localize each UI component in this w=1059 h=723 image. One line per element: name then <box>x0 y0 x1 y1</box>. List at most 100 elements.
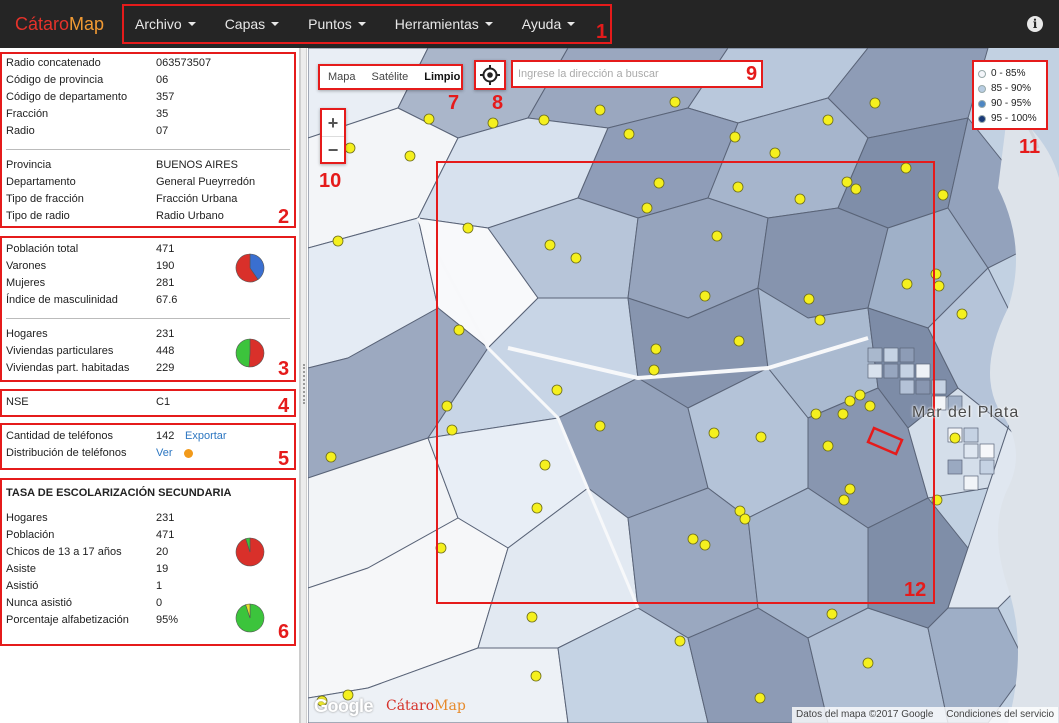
app-logo[interactable]: CátaroMap <box>15 14 104 34</box>
menu-archivo-label: Archivo <box>135 16 182 32</box>
info-icon[interactable]: i <box>1027 16 1043 32</box>
row-label: Viviendas particulares <box>6 345 114 357</box>
row-label: Distribución de teléfonos <box>6 447 127 459</box>
view-distribution-link[interactable]: Ver <box>156 445 173 462</box>
locate-button[interactable] <box>474 60 506 90</box>
callout-11: 11 <box>1019 136 1041 158</box>
row-value: 142 <box>156 430 175 442</box>
callout-7: 7 <box>448 92 460 114</box>
legend-swatch-icon <box>978 114 986 123</box>
row-value: 95% <box>156 614 179 626</box>
info-panel: Radio concatenado 063573507 Código de pro… <box>0 48 300 723</box>
map-type-limpio[interactable]: Limpio <box>416 66 468 88</box>
terms-link[interactable]: Condiciones del servicio <box>946 709 1054 720</box>
export-link[interactable]: Exportar <box>185 428 227 445</box>
brand-part-2: Map <box>69 14 105 34</box>
map-type-satelite[interactable]: Satélite <box>364 66 417 88</box>
menu-ayuda-label: Ayuda <box>521 16 562 32</box>
row-label: NSE <box>6 396 29 408</box>
zoom-control: + − <box>320 108 346 164</box>
legend-swatch-icon <box>978 69 986 78</box>
row-label: Nunca asistió <box>6 597 73 609</box>
row-label: Varones <box>6 260 47 272</box>
row-label: Viviendas part. habitadas <box>6 362 130 374</box>
legend-swatch-icon <box>978 84 986 93</box>
row-value: 471 <box>156 243 175 255</box>
map-data-credit: Datos del mapa ©2017 Google <box>796 709 934 720</box>
row-value: 190 <box>156 260 175 272</box>
map-canvas[interactable]: Mapa Satélite Limpio 7 8 9 + − 10 0 - 85… <box>308 48 1059 723</box>
legend-item: 85 - 90% <box>978 81 1042 96</box>
zoom-in-button[interactable]: + <box>322 110 344 136</box>
row-value: BUENOS AIRES <box>156 159 238 171</box>
panel-resize-handle[interactable] <box>300 48 307 723</box>
watermark-part-2: Map <box>434 698 466 714</box>
section-title: TASA DE ESCOLARIZACIÓN SECUNDARIA <box>6 487 232 499</box>
housing-pie-chart <box>235 338 265 368</box>
row-label: Asistió <box>6 580 39 592</box>
row-label: Código de departamento <box>6 91 128 103</box>
divider <box>6 318 290 319</box>
menu-puntos[interactable]: Puntos <box>290 6 377 42</box>
row-label: Índice de masculinidad <box>6 294 118 306</box>
row-label: Radio <box>6 125 35 137</box>
attendance-pie-chart <box>235 537 265 567</box>
row-value: 35 <box>156 108 169 120</box>
callout-1: 1 <box>596 21 608 43</box>
legend-swatch-icon <box>978 99 986 108</box>
row-label: Fracción <box>6 108 49 120</box>
section-location: Radio concatenado 063573507 Código de pro… <box>0 52 296 228</box>
row-value: 1 <box>156 580 163 592</box>
chevron-down-icon <box>357 22 366 26</box>
divider <box>6 149 290 150</box>
address-search-input[interactable] <box>513 62 761 86</box>
menu-herramientas[interactable]: Herramientas <box>377 6 504 42</box>
row-label: Población total <box>6 243 79 255</box>
menu-capas-label: Capas <box>224 16 266 32</box>
row-value: Fracción Urbana <box>156 193 238 205</box>
legend-label: 90 - 95% <box>991 98 1032 109</box>
row-value: 231 <box>156 328 175 340</box>
row-value: 229 <box>156 362 175 374</box>
housing-pie-slice <box>235 338 251 368</box>
row-label: Mujeres <box>6 277 46 289</box>
row-label: Radio concatenado <box>6 57 101 69</box>
row-value: General Pueyrredón <box>156 176 256 188</box>
callout-5: 5 <box>278 448 290 470</box>
row-value: 20 <box>156 546 169 558</box>
zoom-out-button[interactable]: − <box>322 137 344 163</box>
row-value: 19 <box>156 563 169 575</box>
callout-4: 4 <box>278 395 290 417</box>
callout-3: 3 <box>278 358 290 380</box>
section-population: Población total 471 Varones 190 Mujeres 281… <box>0 236 296 382</box>
row-label: Asiste <box>6 563 36 575</box>
row-label: Tipo de fracción <box>6 193 84 205</box>
grip-icon <box>303 364 305 404</box>
brand-part-1: Cátaro <box>15 14 70 34</box>
menu-archivo[interactable]: Archivo <box>124 6 207 42</box>
watermark-part-1: Cátaro <box>386 698 435 714</box>
google-logo: Google <box>314 696 374 716</box>
row-label: Hogares <box>6 512 48 524</box>
legend-item: 0 - 85% <box>978 66 1042 81</box>
main-menu: Archivo Capas Puntos Herramientas Ayuda <box>122 4 612 44</box>
callout-2: 2 <box>278 206 290 228</box>
map-watermark-logo: CátaroMap <box>386 698 466 714</box>
row-value: 281 <box>156 277 175 289</box>
row-value: Radio Urbano <box>156 210 224 222</box>
row-value: 448 <box>156 345 175 357</box>
row-label: Hogares <box>6 328 48 340</box>
chevron-down-icon <box>484 22 493 26</box>
map-type-control: Mapa Satélite Limpio <box>318 64 463 90</box>
callout-10: 10 <box>319 170 342 192</box>
map-type-mapa[interactable]: Mapa <box>320 66 364 88</box>
menu-herramientas-label: Herramientas <box>394 16 479 32</box>
map-attribution: Datos del mapa ©2017 Google Condiciones … <box>792 707 1059 723</box>
chevron-down-icon <box>271 22 280 26</box>
selection-rectangle[interactable] <box>436 161 935 604</box>
row-value: 06 <box>156 74 169 86</box>
row-label: Población <box>6 529 55 541</box>
menu-ayuda[interactable]: Ayuda <box>504 6 586 42</box>
menu-capas[interactable]: Capas <box>207 6 290 42</box>
row-label: Provincia <box>6 159 52 171</box>
